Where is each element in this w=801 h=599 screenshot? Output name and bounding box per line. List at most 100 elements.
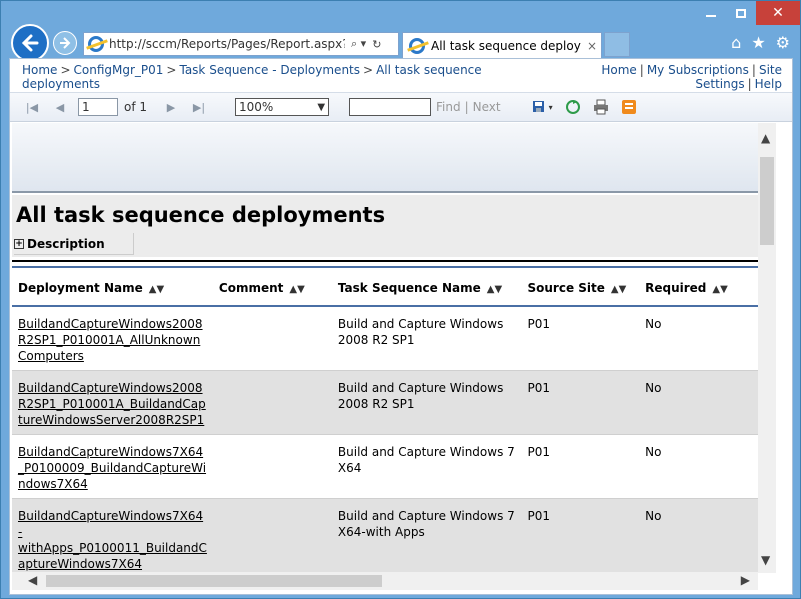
zoom-select[interactable]: 100% ▼ — [235, 98, 330, 116]
page-number-input[interactable]: 1 — [78, 98, 118, 116]
new-tab-button[interactable] — [604, 32, 630, 57]
source-site-cell: P01 — [521, 434, 640, 499]
home-icon[interactable]: ⌂ — [731, 33, 741, 52]
page-count-label: of 1 — [124, 100, 148, 114]
ie-logo-icon — [88, 36, 104, 52]
window-controls: ✕ — [696, 1, 800, 29]
tab-ie-icon — [409, 37, 425, 54]
description-label: Description — [27, 236, 105, 251]
comment-cell — [212, 306, 332, 371]
back-arrow-icon — [21, 34, 39, 52]
find-button[interactable]: Find — [436, 100, 461, 114]
deployment-name-link[interactable]: BuildandCaptureWindows7X64 _P0100009_Buil… — [18, 445, 206, 491]
search-dropdown-icon[interactable]: ⌕ ▾ — [351, 37, 366, 51]
table-top-rule — [12, 266, 758, 268]
refresh-icon[interactable]: ↻ — [372, 38, 381, 51]
find-separator: | — [464, 100, 469, 114]
first-page-icon[interactable]: |◀ — [20, 101, 44, 114]
source-site-cell: P01 — [521, 370, 640, 435]
tab-title: All task sequence deploymen — [431, 38, 581, 53]
report-refresh-icon[interactable] — [565, 99, 581, 115]
task-sequence-name-cell: Build and Capture Windows 7 X64 — [331, 434, 522, 499]
export-save-icon[interactable] — [531, 99, 547, 115]
print-icon[interactable] — [593, 99, 609, 115]
breadcrumb-home[interactable]: Home — [22, 63, 57, 77]
scroll-down-icon[interactable]: ▼ — [761, 553, 770, 567]
table-header-row: Deployment Name ▲▼ Comment ▲▼ Task Sequenc… — [12, 270, 758, 307]
required-cell: No — [639, 498, 758, 573]
last-page-icon[interactable]: ▶| — [187, 101, 211, 114]
table-row: BuildandCaptureWindows2008 R2SP1_P010001A… — [12, 370, 758, 435]
tab-close-icon[interactable]: × — [587, 39, 597, 53]
browser-tab-active[interactable]: All task sequence deploymen × — [402, 32, 602, 58]
previous-page-icon[interactable]: ◀ — [48, 101, 72, 114]
comment-cell — [212, 498, 332, 573]
home-link[interactable]: Home — [601, 63, 636, 77]
column-header-source-site[interactable]: Source Site ▲▼ — [521, 270, 640, 307]
required-cell: No — [639, 434, 758, 499]
top-links: Home | My Subscriptions | Site Settings | Help — [601, 63, 782, 91]
scroll-right-icon[interactable]: ▶ — [741, 573, 750, 587]
table-row: BuildandCaptureWindows7X64 _P0100009_Buil… — [12, 434, 758, 499]
settings-gear-icon[interactable]: ⚙ — [776, 33, 790, 52]
scroll-left-icon[interactable]: ◀ — [28, 573, 37, 587]
address-bar[interactable]: http://sccm/Reports/Pages/Report.aspx?It… — [83, 32, 399, 56]
column-header-deployment-name[interactable]: Deployment Name ▲▼ — [12, 270, 213, 307]
deployment-name-link[interactable]: BuildandCaptureWindows7X64- withApps_P010… — [18, 509, 207, 571]
required-cell: No — [639, 370, 758, 435]
task-sequence-name-cell: Build and Capture Windows 7 X64-with Apps — [331, 498, 522, 573]
export-dropdown-icon[interactable]: ▾ — [549, 103, 553, 112]
table-row: BuildandCaptureWindows7X64- withApps_P010… — [12, 498, 758, 573]
sort-arrows-icon[interactable]: ▲▼ — [149, 284, 164, 295]
vertical-scrollbar[interactable]: ▲ ▼ — [758, 123, 776, 573]
address-url[interactable]: http://sccm/Reports/Pages/Report.aspx?It… — [109, 37, 345, 51]
back-button[interactable] — [11, 24, 49, 62]
zoom-value: 100% — [239, 100, 274, 114]
forward-button[interactable] — [53, 31, 77, 55]
find-input[interactable] — [349, 98, 432, 116]
my-subscriptions-link[interactable]: My Subscriptions — [647, 63, 749, 77]
comment-cell — [212, 434, 332, 499]
chevron-down-icon: ▼ — [317, 102, 326, 113]
data-feed-icon[interactable] — [621, 99, 637, 115]
description-toggle[interactable]: + Description — [14, 233, 134, 255]
horizontal-scrollbar[interactable]: ◀ ▶ — [12, 572, 758, 590]
breadcrumb: Home > ConfigMgr_P01 > Task Sequence - Deplo… — [22, 63, 482, 91]
report-banner — [12, 123, 758, 193]
deployments-table: Deployment Name ▲▼ Comment ▲▼ Task Sequenc… — [12, 270, 758, 573]
report-viewer: All task sequence deployments + Descript… — [12, 123, 758, 573]
table-row: BuildandCaptureWindows2008 R2SP1_P010001A… — [12, 306, 758, 371]
sort-arrows-icon[interactable]: ▲▼ — [712, 284, 727, 295]
deployment-name-link[interactable]: BuildandCaptureWindows2008 R2SP1_P010001A… — [18, 381, 206, 427]
sort-arrows-icon[interactable]: ▲▼ — [487, 284, 502, 295]
header-divider — [12, 260, 758, 262]
maximize-button[interactable] — [726, 1, 756, 25]
breadcrumb-ts-deployments[interactable]: Task Sequence - Deployments — [179, 63, 360, 77]
breadcrumb-configmgr[interactable]: ConfigMgr_P01 — [74, 63, 164, 77]
column-header-comment[interactable]: Comment ▲▼ — [212, 270, 332, 307]
task-sequence-name-cell: Build and Capture Windows 2008 R2 SP1 — [331, 370, 522, 435]
find-next-button[interactable]: Next — [473, 100, 501, 114]
page-content: Home > ConfigMgr_P01 > Task Sequence - Deplo… — [9, 58, 793, 595]
sort-arrows-icon[interactable]: ▲▼ — [289, 284, 304, 295]
column-header-required[interactable]: Required ▲▼ — [639, 270, 758, 307]
minimize-button[interactable] — [696, 1, 726, 25]
required-cell: No — [639, 306, 758, 371]
next-page-icon[interactable]: ▶ — [159, 101, 183, 114]
close-window-button[interactable]: ✕ — [756, 1, 800, 25]
help-link[interactable]: Help — [755, 77, 782, 91]
task-sequence-name-cell: Build and Capture Windows 2008 R2 SP1 — [331, 306, 522, 371]
scroll-up-icon[interactable]: ▲ — [761, 131, 770, 145]
browser-window: ✕ http://sccm/Reports/Pages/Report.aspx?… — [0, 0, 801, 599]
favorites-star-icon[interactable]: ★ — [751, 33, 765, 52]
report-toolbar: |◀ ◀ 1 of 1 ▶ ▶| 100% ▼ Find | Next ▾ — [10, 92, 792, 122]
sort-arrows-icon[interactable]: ▲▼ — [611, 284, 626, 295]
source-site-cell: P01 — [521, 306, 640, 371]
column-header-task-sequence-name[interactable]: Task Sequence Name ▲▼ — [331, 270, 522, 307]
vertical-scroll-thumb[interactable] — [760, 157, 774, 245]
horizontal-scroll-thumb[interactable] — [46, 575, 382, 587]
source-site-cell: P01 — [521, 498, 640, 573]
comment-cell — [212, 370, 332, 435]
expand-plus-icon[interactable]: + — [14, 238, 24, 249]
deployment-name-link[interactable]: BuildandCaptureWindows2008 R2SP1_P010001A… — [18, 317, 203, 363]
